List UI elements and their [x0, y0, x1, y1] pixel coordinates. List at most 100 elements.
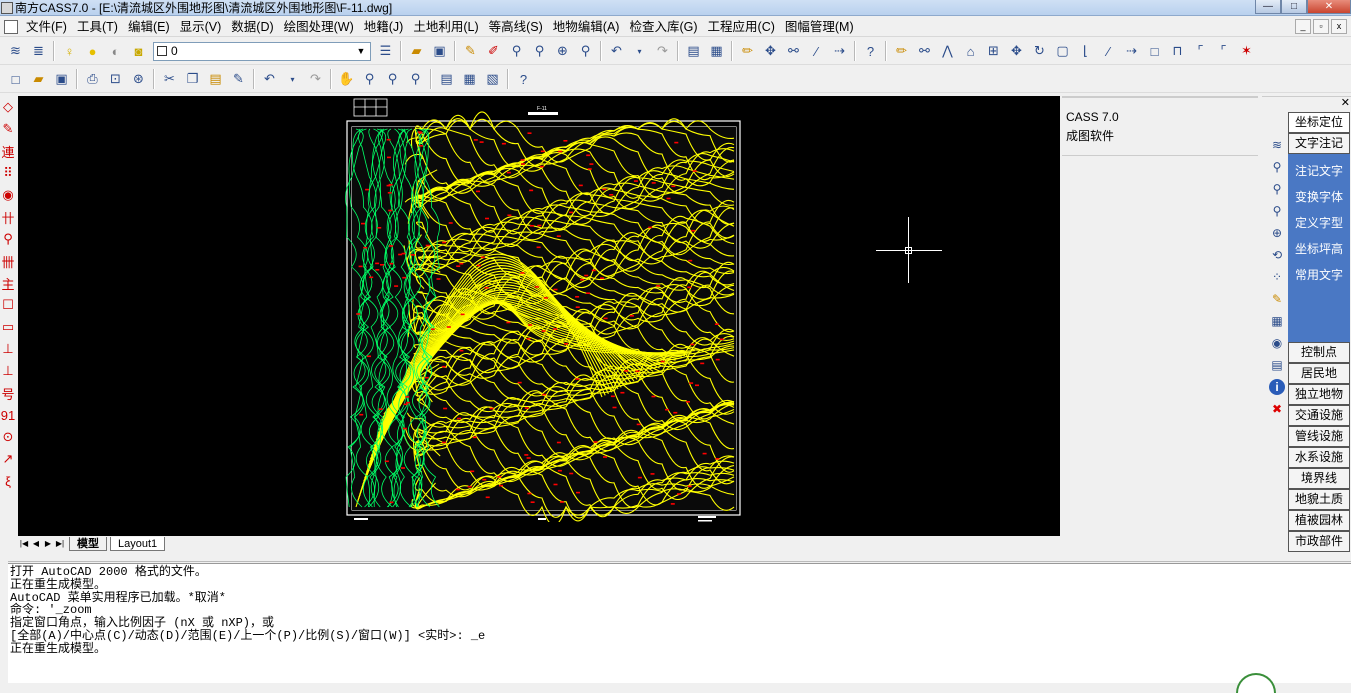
zoom-window-icon[interactable]: ⚲	[383, 69, 403, 89]
extend-icon[interactable]: ⇢	[830, 41, 850, 61]
left-tool-10[interactable]: ☐	[0, 294, 16, 316]
tab-last-button[interactable]: ▶|	[54, 538, 66, 550]
preview-icon[interactable]: ⊡	[106, 69, 126, 89]
submenu-item[interactable]: 坐标坪高	[1288, 236, 1350, 262]
left-tool-3[interactable]: 連	[0, 140, 16, 162]
submenu-item[interactable]: 变换字体	[1288, 184, 1350, 210]
chamfer-icon[interactable]: ⌜	[1191, 41, 1211, 61]
drawing-canvas[interactable]: F-11	[18, 96, 1060, 536]
matchprop-icon[interactable]: ✎	[229, 69, 249, 89]
panel-close-icon[interactable]: ✕	[1341, 97, 1350, 109]
menu-view[interactable]: 显示(V)	[175, 18, 227, 36]
new-icon[interactable]: □	[6, 69, 26, 89]
lock-icon[interactable]: ◐	[106, 41, 126, 61]
color-icon[interactable]: ◙	[129, 41, 149, 61]
layers-icon[interactable]: ≋	[6, 41, 26, 61]
zoom-realtime-icon[interactable]: ⚲	[507, 41, 527, 61]
pencil-icon[interactable]: ✎	[461, 41, 481, 61]
toolpalette-icon[interactable]: ▧	[483, 69, 503, 89]
rotate-icon[interactable]: ↻	[1030, 41, 1050, 61]
left-tool-13[interactable]: ⊥	[0, 360, 16, 382]
menu-sheet[interactable]: 图幅管理(M)	[780, 18, 859, 36]
zoom-previous-icon[interactable]: ⚲	[576, 41, 596, 61]
redo-icon[interactable]: ↷	[653, 41, 673, 61]
text-annotation-button[interactable]: 文字注记	[1288, 133, 1350, 154]
linetype-icon[interactable]: ☰	[376, 41, 396, 61]
grid-icon[interactable]: ▦	[1266, 310, 1288, 332]
list-icon[interactable]: ▤	[1266, 354, 1288, 376]
move2-icon[interactable]: ✥	[1007, 41, 1027, 61]
left-tool-18[interactable]: ξ	[0, 470, 16, 492]
left-tool-15[interactable]: 91	[0, 404, 16, 426]
layers-icon[interactable]: ≋	[1266, 134, 1288, 156]
submenu-item[interactable]: 常用文字	[1288, 262, 1350, 288]
tab-prev-button[interactable]: ◀	[30, 538, 42, 550]
minimize-button[interactable]: —	[1255, 0, 1281, 14]
properties-icon[interactable]: ▤	[437, 69, 457, 89]
left-tool-1[interactable]: ◇	[0, 96, 16, 118]
boundary-button[interactable]: 境界线	[1288, 468, 1350, 489]
left-tool-2[interactable]: ✎	[0, 118, 16, 140]
array-icon[interactable]: ⁘	[1266, 266, 1288, 288]
zoom2-icon[interactable]: ⚲	[1266, 178, 1288, 200]
tab-next-button[interactable]: ▶	[42, 538, 54, 550]
left-tool-16[interactable]: ⊙	[0, 426, 16, 448]
explode-icon[interactable]: ✶	[1237, 41, 1257, 61]
menu-landuse[interactable]: 土地利用(L)	[408, 18, 483, 36]
menu-edit[interactable]: 编辑(E)	[123, 18, 175, 36]
designcenter-icon[interactable]: ▦	[460, 69, 480, 89]
draw-icon[interactable]: ✐	[484, 41, 504, 61]
lightbulb-icon[interactable]: ♀	[60, 41, 80, 61]
vegetation-button[interactable]: 植被园林	[1288, 510, 1350, 531]
water-system-button[interactable]: 水系设施	[1288, 447, 1350, 468]
menu-contour[interactable]: 等高线(S)	[484, 18, 548, 36]
menu-drawing[interactable]: 绘图处理(W)	[279, 18, 359, 36]
menu-check[interactable]: 检查入库(G)	[624, 18, 702, 36]
document-icon[interactable]	[4, 19, 18, 34]
left-tool-6[interactable]: 卄	[0, 206, 16, 228]
open-icon[interactable]: ▰	[29, 69, 49, 89]
mdi-minimize-button[interactable]: _	[1295, 19, 1311, 34]
find-icon[interactable]: ◉	[1266, 332, 1288, 354]
zoom-in-icon[interactable]: ⊕	[553, 41, 573, 61]
tab-first-button[interactable]: |◀	[18, 538, 30, 550]
layer-states-icon[interactable]: ≣	[29, 41, 49, 61]
save-icon[interactable]: ▣	[52, 69, 72, 89]
zoom-previous-icon[interactable]: ⚲	[406, 69, 426, 89]
command-splitter[interactable]	[0, 556, 1351, 562]
layer-select[interactable]: 0 ▼	[153, 41, 371, 61]
control-point-button[interactable]: 控制点	[1288, 342, 1350, 363]
array-icon[interactable]: ⊞	[984, 41, 1004, 61]
paste-icon[interactable]: ▤	[206, 69, 226, 89]
extend3-icon[interactable]: ⇢	[1122, 41, 1142, 61]
left-tool-9[interactable]: 主	[0, 272, 16, 294]
pan-icon[interactable]: ✋	[337, 69, 357, 89]
edit2-icon[interactable]: ✏	[892, 41, 912, 61]
left-tool-12[interactable]: ⊥	[0, 338, 16, 360]
table-icon[interactable]: ▦	[707, 41, 727, 61]
undo-dropdown-icon[interactable]: ▾	[630, 41, 650, 61]
undo-icon[interactable]: ↶	[607, 41, 627, 61]
zoom-window-icon[interactable]: ⚲	[530, 41, 550, 61]
info-icon[interactable]: i	[1269, 379, 1285, 395]
scale2-icon[interactable]: ⚯	[915, 41, 935, 61]
redo-icon[interactable]: ↷	[306, 69, 326, 89]
menu-cadastre[interactable]: 地籍(J)	[359, 18, 409, 36]
pencil-icon[interactable]: ✎	[1266, 288, 1288, 310]
edit-icon[interactable]: ✏	[738, 41, 758, 61]
mdi-restore-button[interactable]: ▫	[1313, 19, 1329, 34]
pipeline-button[interactable]: 管线设施	[1288, 426, 1350, 447]
menu-data[interactable]: 数据(D)	[226, 18, 278, 36]
mdi-close-button[interactable]: x	[1331, 19, 1347, 34]
rect-icon[interactable]: □	[1145, 41, 1165, 61]
undo-icon[interactable]: ↶	[260, 69, 280, 89]
landform-button[interactable]: 地貌土质	[1288, 489, 1350, 510]
print-icon[interactable]: ⎙	[83, 69, 103, 89]
chevron-down-icon[interactable]: ▼	[354, 44, 368, 59]
submenu-item[interactable]: 定义字型	[1288, 210, 1350, 236]
menu-feature-edit[interactable]: 地物编辑(A)	[548, 18, 625, 36]
left-tool-4[interactable]: ⠿	[0, 162, 16, 184]
publish-icon[interactable]: ⊛	[129, 69, 149, 89]
zoom3-icon[interactable]: ⚲	[1266, 200, 1288, 222]
maximize-button[interactable]: □	[1281, 0, 1307, 14]
